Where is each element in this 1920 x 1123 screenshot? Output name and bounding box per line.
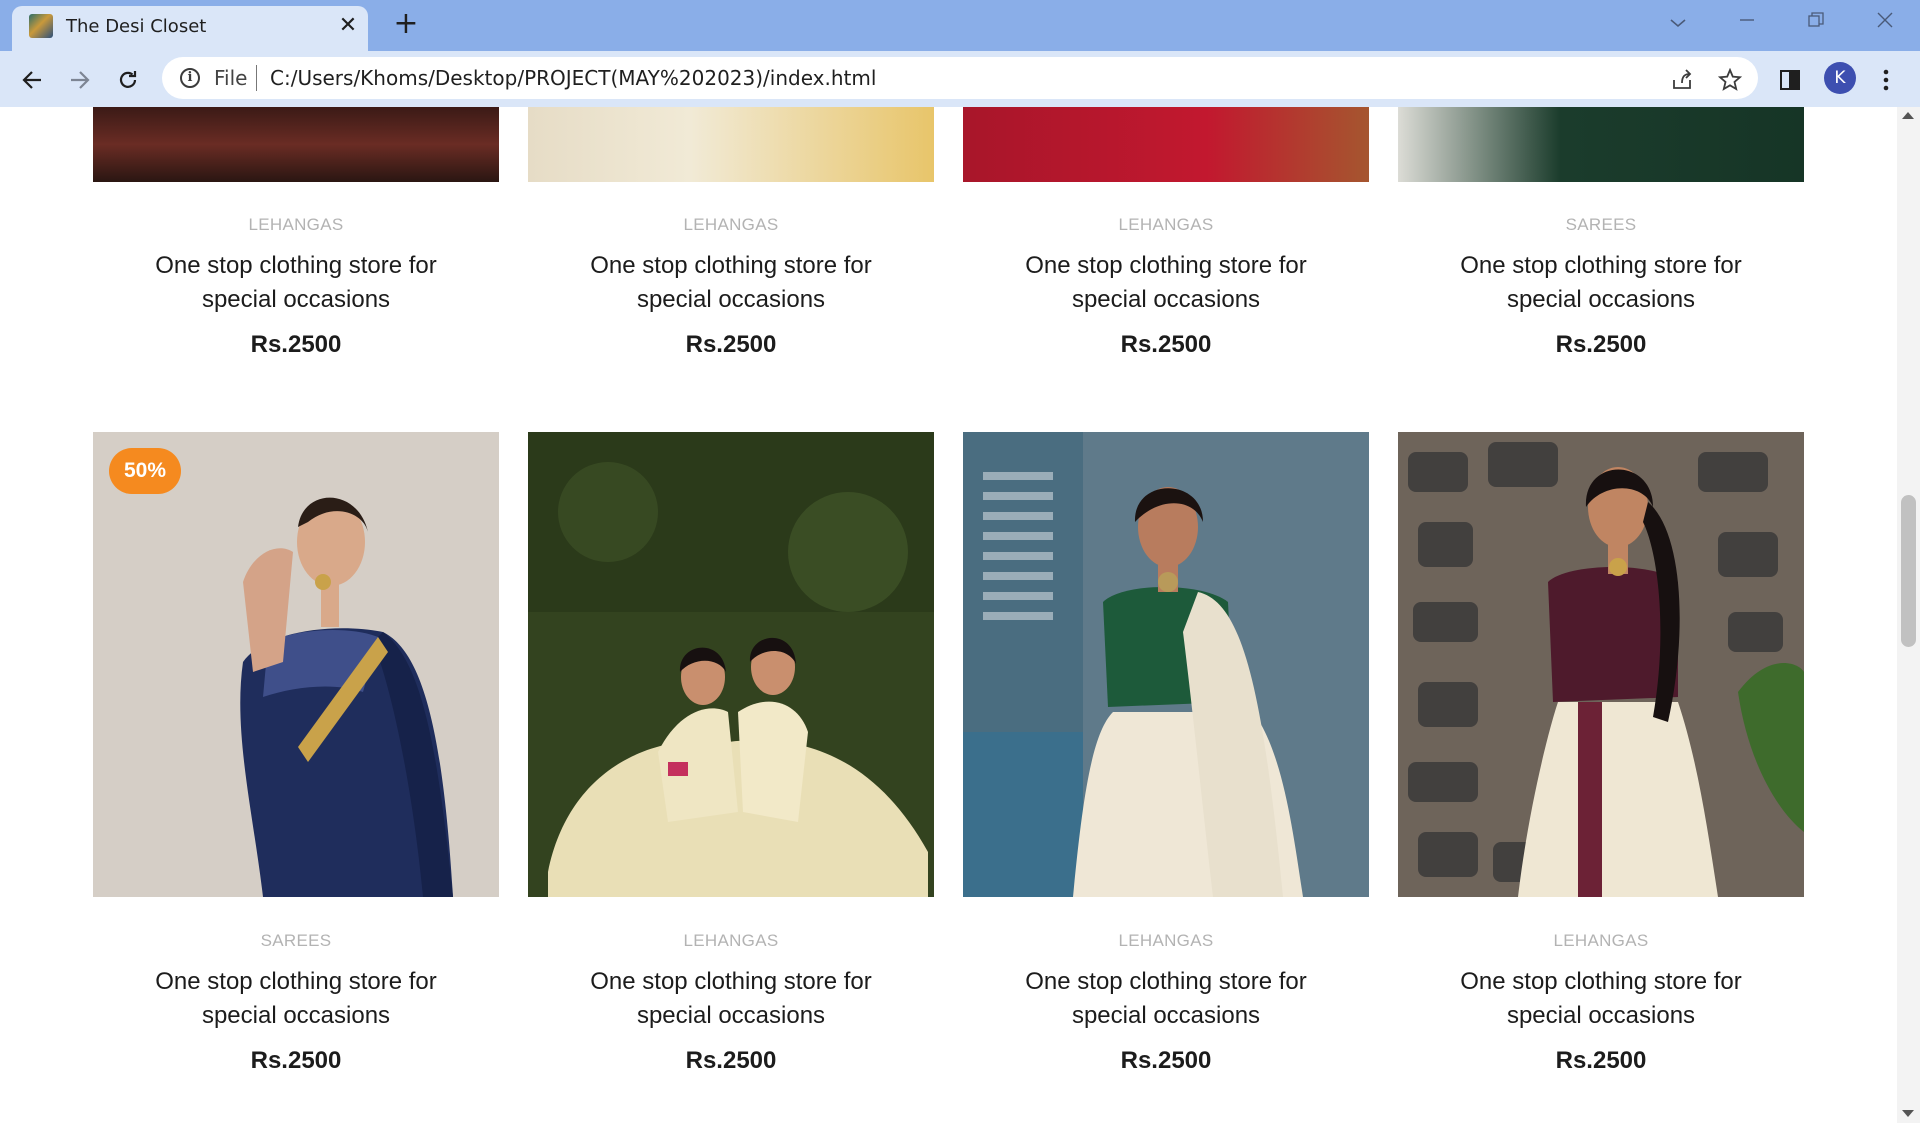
share-icon[interactable]: [1664, 62, 1700, 98]
file-scheme-label: File: [214, 66, 248, 90]
product-title[interactable]: One stop clothing store for special occa…: [1398, 249, 1804, 317]
scrollbar-thumb[interactable]: [1901, 495, 1916, 647]
product-image[interactable]: [963, 432, 1369, 897]
product-title[interactable]: One stop clothing store for special occa…: [1398, 965, 1804, 1033]
tab-search-chevron-down-icon[interactable]: [1658, 6, 1698, 40]
tab-title: The Desi Closet: [66, 16, 207, 37]
product-title[interactable]: One stop clothing store for special occa…: [93, 965, 499, 1033]
bookmark-star-icon[interactable]: [1712, 62, 1748, 98]
product-category: LEHANGAS: [248, 215, 344, 234]
product-image[interactable]: 50%: [93, 432, 499, 897]
discount-badge: 50%: [109, 448, 181, 494]
reload-icon[interactable]: [110, 62, 146, 98]
minimize-icon[interactable]: [1727, 6, 1767, 40]
side-panel-icon[interactable]: [1772, 62, 1808, 98]
product-title[interactable]: One stop clothing store for special occa…: [93, 249, 499, 317]
product-title[interactable]: One stop clothing store for special occa…: [963, 965, 1369, 1033]
tab-close-icon[interactable]: ✕: [334, 12, 362, 40]
product-title[interactable]: One stop clothing store for special occa…: [528, 965, 934, 1033]
product-category: LEHANGAS: [1118, 931, 1214, 950]
scroll-down-arrow-icon[interactable]: [1902, 1110, 1914, 1117]
product-price: Rs.2500: [250, 1047, 342, 1074]
product-image[interactable]: [528, 432, 934, 897]
new-tab-button[interactable]: +: [390, 9, 422, 41]
product-image[interactable]: [528, 107, 934, 182]
profile-avatar[interactable]: K: [1824, 62, 1856, 94]
product-price: Rs.2500: [1120, 1047, 1212, 1074]
kebab-menu-icon[interactable]: [1868, 62, 1904, 98]
scroll-up-arrow-icon[interactable]: [1902, 112, 1914, 119]
product-title[interactable]: One stop clothing store for special occa…: [528, 249, 934, 317]
product-category: LEHANGAS: [683, 215, 779, 234]
browser-tab[interactable]: The Desi Closet ✕: [12, 6, 368, 51]
site-favicon-icon: [29, 14, 53, 38]
product-price: Rs.2500: [1120, 331, 1212, 358]
product-title[interactable]: One stop clothing store for special occa…: [963, 249, 1369, 317]
product-price: Rs.2500: [685, 331, 777, 358]
forward-arrow-icon[interactable]: [62, 62, 98, 98]
product-category: LEHANGAS: [683, 931, 779, 950]
product-image[interactable]: [1398, 107, 1804, 182]
product-category: SAREES: [260, 931, 332, 950]
back-arrow-icon[interactable]: [14, 62, 50, 98]
product-category: SAREES: [1565, 215, 1637, 234]
info-icon[interactable]: i: [180, 68, 200, 88]
product-image[interactable]: [963, 107, 1369, 182]
product-price: Rs.2500: [1555, 331, 1647, 358]
page-viewport: LEHANGAS One stop clothing store for spe…: [0, 107, 1897, 1123]
product-category: LEHANGAS: [1118, 215, 1214, 234]
product-price: Rs.2500: [1555, 1047, 1647, 1074]
restore-icon[interactable]: [1796, 6, 1836, 40]
address-separator: [256, 65, 257, 91]
product-image[interactable]: [1398, 432, 1804, 897]
product-category: LEHANGAS: [1553, 931, 1649, 950]
window-close-icon[interactable]: [1865, 6, 1905, 40]
product-price: Rs.2500: [685, 1047, 777, 1074]
product-image[interactable]: [93, 107, 499, 182]
url-text[interactable]: C:/Users/Khoms/Desktop/PROJECT(MAY%20202…: [270, 66, 876, 90]
product-price: Rs.2500: [250, 331, 342, 358]
